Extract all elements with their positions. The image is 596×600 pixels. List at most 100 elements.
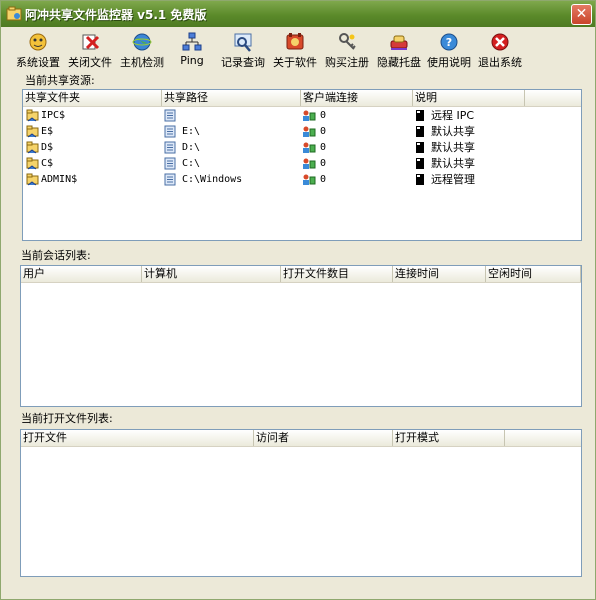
share-row[interactable]: ADMIN$ C:\Windows 0 远程管理: [23, 172, 581, 188]
about-icon: [286, 33, 304, 50]
share-name: D$: [41, 142, 54, 153]
share-row[interactable]: C$ C:\ 0 默认共享: [23, 156, 581, 172]
toolbar-label: 使用说明: [427, 56, 471, 69]
toolbar-button-hide-tray[interactable]: 隐藏托盘: [374, 31, 424, 71]
client-count: 0: [320, 174, 327, 185]
share-row[interactable]: D$ D:\ 0 默认共享: [23, 140, 581, 156]
settings-icon: [29, 33, 47, 51]
share-name: E$: [41, 126, 54, 137]
path-icon: [164, 125, 176, 138]
column-spacer: [525, 90, 581, 106]
client-icon: [303, 126, 316, 137]
description-icon: [416, 158, 424, 169]
toolbar-label: 关于软件: [273, 56, 317, 69]
column-open-file[interactable]: 打开文件: [21, 430, 254, 446]
column-open-mode[interactable]: 打开模式: [393, 430, 505, 446]
toolbar-button-log-query[interactable]: 记录查询: [218, 31, 268, 71]
toolbar-label: 主机检测: [120, 56, 164, 69]
sessions-listview[interactable]: 用户 计算机 打开文件数目 连接时间 空闲时间: [20, 265, 582, 407]
toolbar-label: 购买注册: [325, 56, 369, 69]
client-icon: [303, 158, 316, 169]
column-client-connections[interactable]: 客户端连接: [301, 90, 413, 106]
magnifier-icon: [234, 33, 252, 52]
sessions-header: 用户 计算机 打开文件数目 连接时间 空闲时间: [21, 266, 581, 283]
description-icon: [416, 174, 424, 185]
shares-listview[interactable]: 共享文件夹 共享路径 客户端连接 说明 IPC$ 0 远程 IPC E$ E:\ 0 默认共…: [22, 89, 582, 241]
toolbar-label: Ping: [180, 54, 204, 67]
openfiles-header: 打开文件 访问者 打开模式: [21, 430, 581, 447]
key-icon: [339, 33, 356, 50]
share-description: 默认共享: [431, 157, 475, 170]
column-spacer: [505, 430, 581, 446]
network-icon: [182, 32, 202, 51]
column-share-folder[interactable]: 共享文件夹: [23, 90, 162, 106]
share-name: C$: [41, 158, 54, 169]
toolbar-button-register[interactable]: 购买注册: [322, 31, 372, 71]
client-count: 0: [320, 110, 327, 121]
shared-folder-icon: [26, 141, 39, 154]
sessions-section-label: 当前会话列表:: [21, 249, 91, 262]
description-icon: [416, 142, 424, 153]
openfiles-section-label: 当前打开文件列表:: [21, 412, 113, 425]
toolbar-button-host-check[interactable]: 主机检测: [117, 31, 167, 71]
share-row[interactable]: IPC$ 0 远程 IPC: [23, 108, 581, 124]
column-description[interactable]: 说明: [413, 90, 525, 106]
toolbar-label: 隐藏托盘: [377, 56, 421, 69]
toolbar-label: 关闭文件: [68, 56, 112, 69]
client-icon: [303, 110, 316, 121]
window-title: 阿冲共享文件监控器 v5.1 免费版: [25, 8, 207, 22]
share-path: E:\: [182, 126, 201, 137]
toolbar-button-close-file[interactable]: 关闭文件: [65, 31, 115, 71]
share-path: C:\Windows: [182, 174, 243, 185]
share-path: C:\: [182, 158, 201, 169]
openfiles-listview[interactable]: 打开文件 访问者 打开模式: [20, 429, 582, 577]
exit-icon: [491, 33, 509, 51]
path-icon: [164, 109, 176, 122]
column-user[interactable]: 用户: [21, 266, 142, 282]
share-description: 默认共享: [431, 141, 475, 154]
path-icon: [164, 173, 176, 186]
close-window-button[interactable]: ✕: [571, 4, 592, 25]
toolbar-button-ping[interactable]: Ping: [169, 31, 215, 71]
client-count: 0: [320, 126, 327, 137]
share-description: 默认共享: [431, 125, 475, 138]
main-window: 阿冲共享文件监控器 v5.1 免费版 ✕ 系统设置 关闭文件 主机检测 Ping…: [0, 0, 596, 600]
column-accessor[interactable]: 访问者: [254, 430, 393, 446]
toolbar-button-about[interactable]: 关于软件: [270, 31, 320, 71]
globe-icon: [132, 33, 152, 51]
column-connect-time[interactable]: 连接时间: [393, 266, 486, 282]
share-description: 远程 IPC: [431, 109, 475, 122]
shared-folder-icon: [26, 173, 39, 186]
share-name: ADMIN$: [41, 174, 78, 185]
path-icon: [164, 141, 176, 154]
description-icon: [416, 110, 424, 121]
close-file-icon: [82, 34, 100, 50]
shared-folder-icon: [26, 109, 39, 122]
toolbar-label: 记录查询: [221, 56, 265, 69]
title-bar[interactable]: 阿冲共享文件监控器 v5.1 免费版 ✕: [1, 1, 595, 27]
help-icon: ?: [440, 33, 458, 51]
client-icon: [303, 142, 316, 153]
share-name: IPC$: [41, 110, 66, 121]
toolbar: 系统设置 关闭文件 主机检测 Ping 记录查询 关于软件 购买注册 隐藏托盘 …: [1, 28, 595, 72]
column-share-path[interactable]: 共享路径: [162, 90, 301, 106]
toolbar-button-exit[interactable]: 退出系统: [475, 31, 525, 71]
tray-icon: [390, 35, 408, 50]
shared-folder-icon: [26, 157, 39, 170]
column-open-file-count[interactable]: 打开文件数目: [281, 266, 393, 282]
toolbar-button-help[interactable]: ? 使用说明: [424, 31, 474, 71]
toolbar-label: 退出系统: [478, 56, 522, 69]
column-computer[interactable]: 计算机: [142, 266, 281, 282]
shared-folder-icon: [26, 125, 39, 138]
client-count: 0: [320, 142, 327, 153]
description-icon: [416, 126, 424, 137]
toolbar-label: 系统设置: [16, 56, 60, 69]
share-row[interactable]: E$ E:\ 0 默认共享: [23, 124, 581, 140]
svg-text:?: ?: [446, 36, 452, 49]
client-count: 0: [320, 158, 327, 169]
client-icon: [303, 174, 316, 185]
column-idle-time[interactable]: 空闲时间: [486, 266, 581, 282]
shares-header: 共享文件夹 共享路径 客户端连接 说明: [23, 90, 581, 107]
shares-section-label: 当前共享资源:: [25, 74, 95, 87]
toolbar-button-settings[interactable]: 系统设置: [13, 31, 63, 71]
